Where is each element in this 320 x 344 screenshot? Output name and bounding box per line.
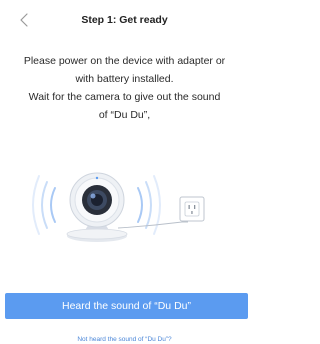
webcam-icon (66, 172, 128, 242)
not-heard-sound-link[interactable]: Not heard the sound of “Du Du”? (0, 336, 249, 344)
header: Step 1: Get ready (0, 0, 249, 40)
instruction-line: Wait for the camera to give out the soun… (28, 91, 221, 103)
camera-illustration-graphic (32, 172, 205, 242)
power-cable (117, 221, 188, 229)
instruction-line: Please power on the device with adapter … (23, 55, 226, 67)
heard-sound-button[interactable]: Heard the sound of “Du Du” (5, 293, 248, 319)
camera-illustration (0, 160, 249, 260)
sound-wave-left-icon (32, 175, 56, 235)
instructions-text: Please power on the device with adapter … (0, 52, 253, 124)
instruction-line: of “Du Du”, (98, 109, 151, 121)
page-title: Step 1: Get ready (81, 14, 168, 26)
instruction-line: with battery installed. (75, 73, 174, 85)
power-outlet-icon (179, 196, 205, 222)
